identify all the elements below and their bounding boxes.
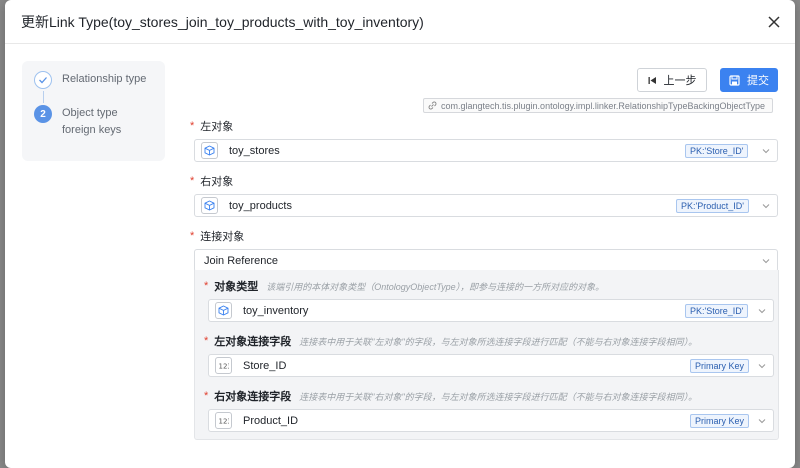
chevron-down-icon (761, 256, 771, 266)
step-label-line1: Object type (62, 107, 118, 119)
right-join-field-select[interactable]: 123 Product_ID Primary Key (208, 409, 774, 432)
primary-key-badge: PK:'Store_ID' (685, 304, 749, 318)
right-join-field-label-text: 右对象连接字段 (214, 391, 292, 403)
join-object-label-text: 连接对象 (200, 231, 245, 243)
required-marker: * (190, 120, 195, 132)
primary-key-badge: Primary Key (690, 414, 750, 428)
number-field-icon: 123 (215, 357, 232, 374)
required-marker: * (190, 175, 195, 187)
step-connector (42, 91, 44, 103)
chevron-down-icon (757, 306, 767, 316)
left-join-field-select[interactable]: 123 Store_ID Primary Key (208, 354, 774, 377)
previous-step-button[interactable]: 上一步 (637, 68, 707, 92)
submit-button[interactable]: 提交 (720, 68, 778, 92)
object-type-label-text: 对象类型 (214, 281, 259, 293)
close-icon[interactable] (765, 13, 783, 31)
chevron-down-icon (761, 201, 771, 211)
right-object-select[interactable]: toy_products PK:'Product_ID' (194, 194, 778, 217)
right-join-field-label: * 右对象连接字段 连接表中用于关联"右对象"的字段，与左对象所选连接字段进行匹… (204, 388, 697, 404)
object-type-label: * 对象类型 该端引用的本体对象类型（OntologyObjectType），即… (204, 278, 604, 294)
step-relationship-type[interactable]: Relationship type (34, 71, 153, 103)
save-icon (729, 74, 740, 86)
chevron-down-icon (757, 361, 767, 371)
left-join-field-hint: 连接表中用于关联"左对象"的字段，与左对象所选连接字段进行匹配（不能与右对象连接… (299, 336, 698, 347)
left-join-field-label: * 左对象连接字段 连接表中用于关联"左对象"的字段，与左对象所选连接字段进行匹… (204, 333, 697, 349)
object-type-hint: 该端引用的本体对象类型（OntologyObjectType），即参与连接的一方… (266, 281, 605, 292)
skip-back-icon (648, 76, 657, 85)
submit-label: 提交 (747, 75, 769, 87)
left-object-select[interactable]: toy_stores PK:'Store_ID' (194, 139, 778, 162)
join-object-select[interactable]: Join Reference (194, 249, 778, 272)
right-join-field-value: Product_ID (243, 414, 299, 427)
left-object-value: toy_stores (229, 144, 280, 157)
cube-icon (201, 142, 218, 159)
object-type-select[interactable]: toy_inventory PK:'Store_ID' (208, 299, 774, 322)
link-type-dialog: 更新Link Type(toy_stores_join_toy_products… (5, 0, 795, 468)
right-object-label: * 右对象 (190, 173, 233, 189)
link-icon (428, 101, 437, 110)
step-label-line2: foreign keys (62, 124, 122, 136)
left-object-label: * 左对象 (190, 118, 233, 134)
number-field-icon: 123 (215, 412, 232, 429)
step-number: 2 (34, 105, 52, 123)
dialog-header: 更新Link Type(toy_stores_join_toy_products… (5, 0, 795, 44)
required-marker: * (204, 280, 209, 292)
primary-key-badge: PK:'Product_ID' (676, 199, 749, 213)
check-icon (34, 71, 52, 89)
backing-class-tag[interactable]: com.glangtech.tis.plugin.ontology.impl.l… (423, 98, 773, 113)
left-object-label-text: 左对象 (200, 121, 234, 133)
dialog-title: 更新Link Type(toy_stores_join_toy_products… (21, 13, 424, 30)
chevron-down-icon (757, 416, 767, 426)
step-label: Relationship type (62, 73, 147, 85)
join-object-value: Join Reference (204, 254, 278, 267)
left-join-field-label-text: 左对象连接字段 (214, 336, 292, 348)
step-label: Object type foreign keys (62, 105, 121, 139)
right-object-value: toy_products (229, 199, 292, 212)
cube-icon (201, 197, 218, 214)
svg-text:123: 123 (219, 363, 230, 371)
backing-class-text: com.glangtech.tis.plugin.ontology.impl.l… (441, 100, 766, 111)
object-type-value: toy_inventory (243, 304, 309, 317)
chevron-down-icon (761, 146, 771, 156)
join-object-label: * 连接对象 (190, 228, 244, 244)
primary-key-badge: Primary Key (690, 359, 750, 373)
right-object-label-text: 右对象 (200, 176, 234, 188)
required-marker: * (204, 390, 209, 402)
previous-step-label: 上一步 (663, 75, 697, 87)
left-join-field-value: Store_ID (243, 359, 287, 372)
svg-text:123: 123 (219, 418, 230, 426)
step-object-type-foreign-keys[interactable]: 2 Object type foreign keys (34, 105, 153, 139)
required-marker: * (190, 230, 195, 242)
primary-key-badge: PK:'Store_ID' (685, 144, 749, 158)
required-marker: * (204, 335, 209, 347)
right-join-field-hint: 连接表中用于关联"右对象"的字段，与左对象所选连接字段进行匹配（不能与右对象连接… (299, 391, 698, 402)
cube-icon (215, 302, 232, 319)
steps-panel: Relationship type 2 Object type foreign … (22, 61, 165, 161)
